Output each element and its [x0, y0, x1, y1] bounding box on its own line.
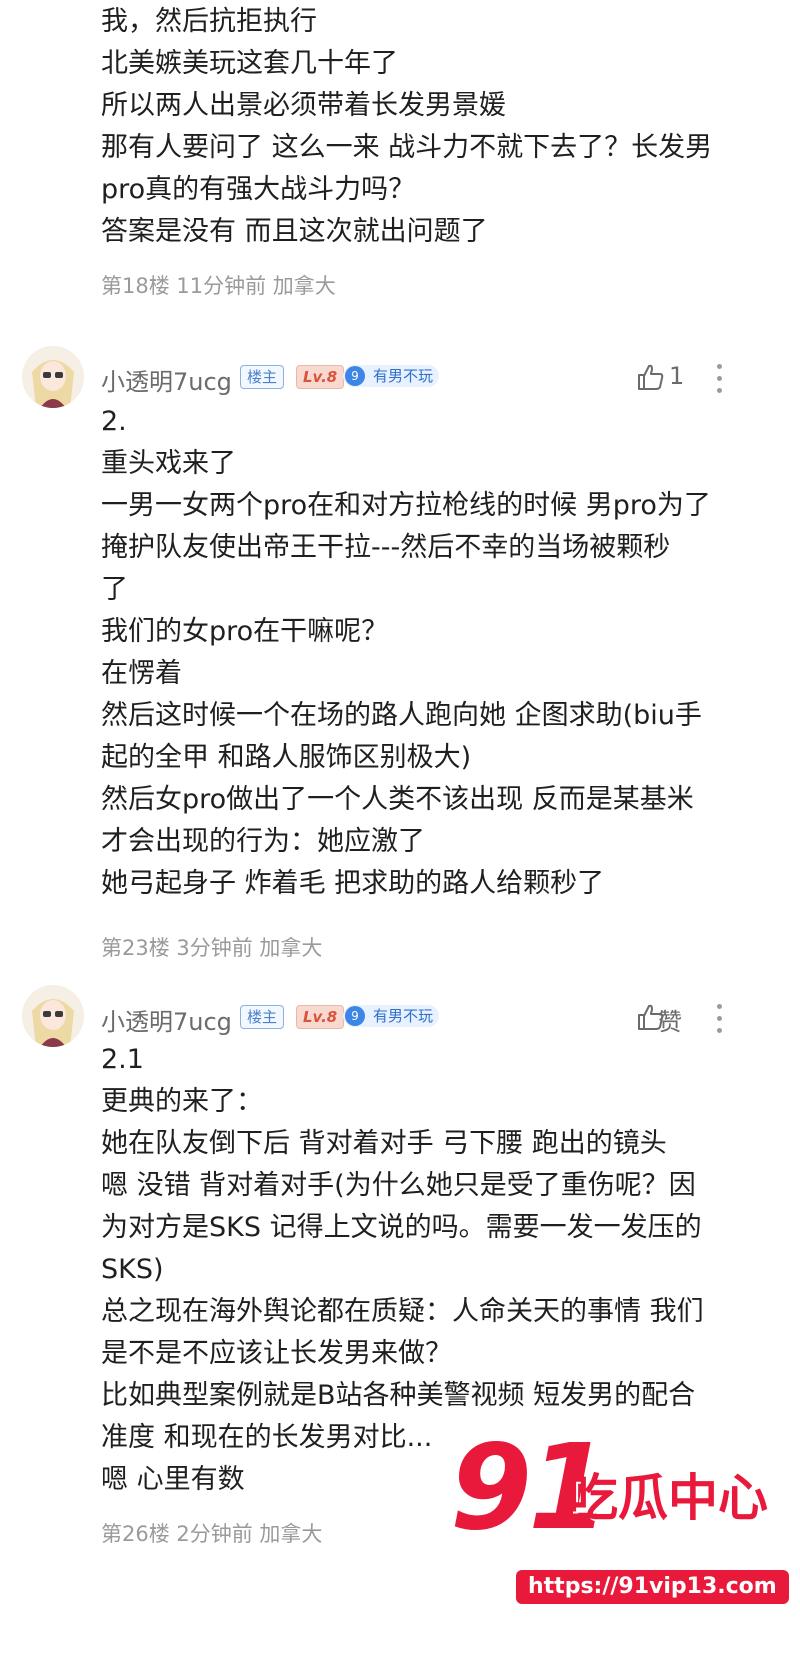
like-label[interactable]: 赞: [658, 1002, 682, 1037]
like-count: 1: [669, 362, 685, 390]
post-meta: 第26楼 2分钟前 加拿大: [101, 1522, 323, 1546]
post-text-line: SKS): [101, 1254, 164, 1285]
host-badge: 楼主: [240, 365, 285, 389]
post-text-line: 北美嫉美玩这套几十年了: [101, 48, 398, 79]
post-text-line: 我，然后抗拒执行: [101, 6, 317, 37]
post-text-line: 是不是不应该让长发男来做？: [101, 1338, 452, 1369]
post-text-line: 她在队友倒下后 背对着对手 弓下腰 跑出的镜头: [101, 1128, 667, 1159]
post-text-line: 2.1: [101, 1044, 144, 1075]
more-vertical-icon[interactable]: [717, 1004, 725, 1040]
post-text-line: 然后女pro做出了一个人类不该出现 反而是某基米: [101, 784, 694, 815]
user-avatar[interactable]: [22, 985, 84, 1047]
post-text-line: 嗯 心里有数: [101, 1464, 245, 1495]
post-text-line: pro真的有强大战斗力吗？: [101, 174, 416, 205]
post-text-line: 总之现在海外舆论都在质疑：人命关天的事情 我们: [101, 1296, 704, 1327]
user-avatar[interactable]: [22, 346, 84, 408]
post-text-line: 所以两人出景必须带着长发男景媛: [101, 90, 506, 121]
post-text-line: 在愣着: [101, 658, 182, 689]
post-text-line: 嗯 没错 背对着对手(为什么她只是受了重伤呢？因: [101, 1170, 696, 1201]
club-badge[interactable]: 9 有男不玩: [343, 365, 440, 387]
level-badge: Lv.8: [296, 365, 345, 389]
post-text-line: 答案是没有 而且这次就出问题了: [101, 216, 488, 247]
club-name: 有男不玩: [373, 367, 434, 385]
username[interactable]: 小透明7ucg: [101, 1002, 232, 1037]
post-text-line: 掩护队友使出帝王干拉---然后不幸的当场被颗秒: [101, 532, 671, 563]
username[interactable]: 小透明7ucg: [101, 362, 232, 397]
post-text-line: 然后这时候一个在场的路人跑向她 企图求助(biu手: [101, 700, 702, 731]
post-text-line: 更典的来了：: [101, 1086, 263, 1117]
club-level-icon: 9: [345, 1006, 365, 1026]
post-text-line: 起的全甲 和路人服饰区别极大): [101, 742, 472, 773]
post-text-line: 一男一女两个pro在和对方拉枪线的时候 男pro为了: [101, 490, 711, 521]
thumb-up-icon[interactable]: [635, 362, 665, 392]
post-text-line: 2.: [101, 406, 127, 437]
post-text-line: 我们的女pro在干嘛呢？: [101, 616, 389, 647]
club-level-icon: 9: [345, 366, 365, 386]
host-badge: 楼主: [240, 1005, 285, 1029]
post-text-line: 为对方是SKS 记得上文说的吗。需要一发一发压的: [101, 1212, 702, 1243]
watermark-text: 吃瓜中心: [568, 1469, 768, 1527]
watermark-logo: 91 吃瓜中心 https://91vip13.com: [450, 1422, 789, 1628]
post-text-line: 重头戏来了: [101, 448, 236, 479]
post-text-line: 那有人要问了 这么一来 战斗力不就下去了？长发男: [101, 132, 713, 163]
more-vertical-icon[interactable]: [717, 364, 725, 400]
post-meta: 第23楼 3分钟前 加拿大: [101, 936, 323, 960]
level-badge: Lv.8: [296, 1005, 345, 1029]
club-badge[interactable]: 9 有男不玩: [343, 1005, 440, 1027]
post-text-line: 了: [101, 574, 128, 605]
post-text-line: 她弓起身子 炸着毛 把求助的路人给颗秒了: [101, 868, 605, 899]
post-text-line: 准度 和现在的长发男对比...: [101, 1422, 433, 1453]
post-text-line: 才会出现的行为：她应激了: [101, 826, 425, 857]
post-text-line: 比如典型案例就是B站各种美警视频 短发男的配合: [101, 1380, 696, 1411]
post-meta: 第18楼 11分钟前 加拿大: [101, 274, 336, 298]
watermark-url: https://91vip13.com: [516, 1570, 789, 1604]
club-name: 有男不玩: [373, 1007, 434, 1025]
